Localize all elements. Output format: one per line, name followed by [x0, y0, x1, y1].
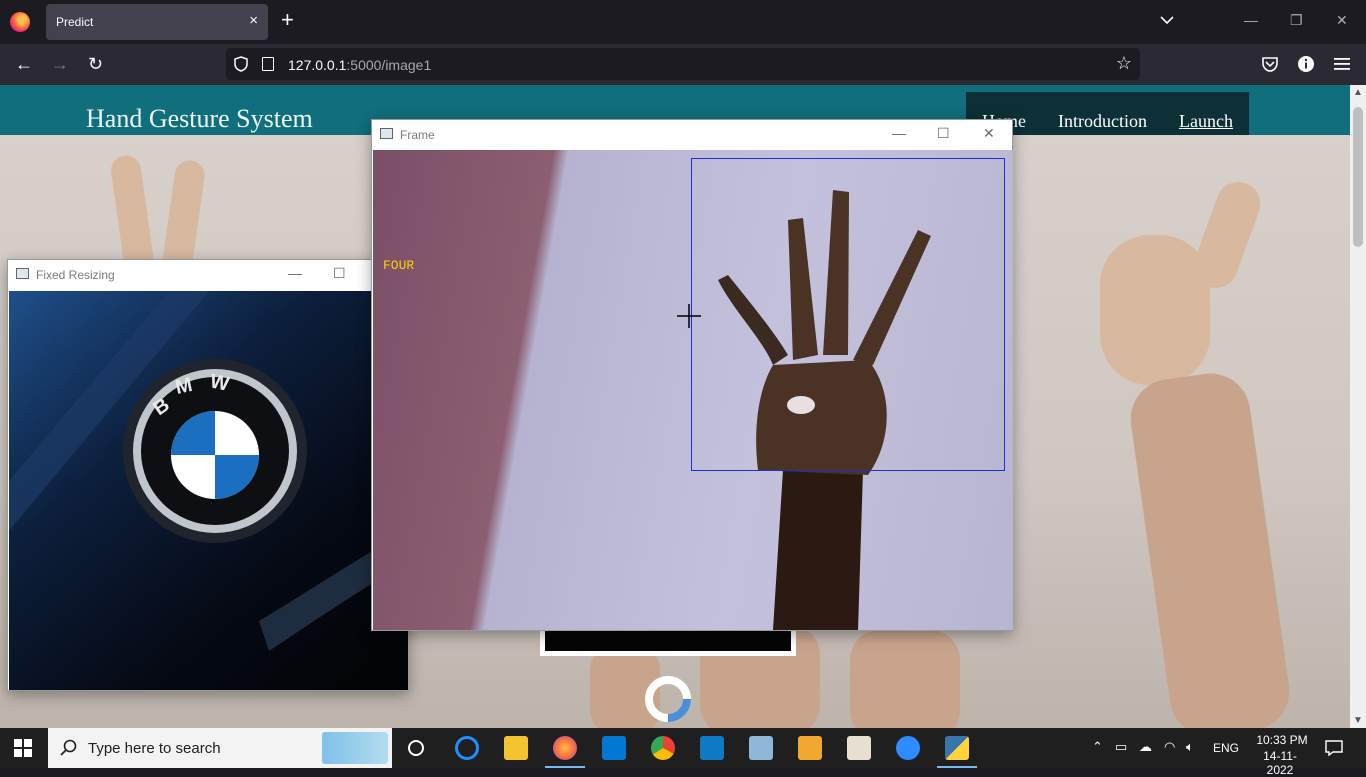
- fixed-resizing-title: Fixed Resizing: [36, 268, 115, 282]
- scroll-up-icon[interactable]: ▲: [1353, 87, 1363, 98]
- chrome-icon[interactable]: [651, 736, 675, 760]
- prediction-label: FOUR: [383, 258, 415, 273]
- python-file-icon[interactable]: [847, 736, 871, 760]
- background-thumb: [1187, 175, 1267, 295]
- cortana-icon[interactable]: [406, 738, 426, 758]
- list-all-tabs-icon[interactable]: [1159, 12, 1175, 28]
- url-text[interactable]: 127.0.0.1:5000/image1: [288, 57, 431, 73]
- browser-nav-bar: ← → ↻ 127.0.0.1:5000/image1 ☆: [0, 44, 1366, 85]
- scroll-down-icon[interactable]: ▼: [1353, 715, 1363, 726]
- battery-icon[interactable]: ▭: [1115, 739, 1127, 755]
- language-indicator[interactable]: ENG: [1213, 741, 1239, 755]
- nav-link-introduction[interactable]: Introduction: [1058, 111, 1147, 132]
- scroll-thumb[interactable]: [1353, 107, 1363, 247]
- search-highlight-image: [322, 732, 388, 764]
- page-scrollbar[interactable]: ▲ ▼: [1350, 85, 1366, 728]
- background-thumbs-up-hand: [1100, 235, 1210, 385]
- tab-title: Predict: [56, 15, 94, 29]
- windows-taskbar: Type here to search ⌃ ▭ ☁ ◠ 🔈︎ ENG 10:33…: [0, 728, 1366, 777]
- site-title: Hand Gesture System: [86, 104, 313, 133]
- microsoft-store-icon[interactable]: [602, 736, 626, 760]
- url-bar[interactable]: 127.0.0.1:5000/image1 ☆: [226, 48, 1140, 80]
- bookmark-star-icon[interactable]: ☆: [1116, 53, 1132, 74]
- webcam-feed: FOUR: [373, 150, 1013, 630]
- notepad-icon[interactable]: [749, 736, 773, 760]
- loading-spinner-icon: [645, 676, 691, 722]
- popup-image-strip: [545, 629, 791, 651]
- tracking-shield-icon[interactable]: [234, 56, 248, 72]
- zoom-icon[interactable]: [896, 736, 920, 760]
- extension-info-icon[interactable]: [1297, 55, 1315, 73]
- window-close-button[interactable]: ✕: [1336, 12, 1348, 29]
- url-host: 127.0.0.1: [288, 57, 347, 73]
- tab-predict[interactable]: Predict ×: [46, 4, 268, 40]
- background-arm: [850, 630, 960, 728]
- reload-button[interactable]: ↻: [88, 54, 103, 74]
- fixed-resizing-window[interactable]: Fixed Resizing — ☐ ✕ B M W: [7, 259, 409, 691]
- window-app-icon: [380, 128, 393, 139]
- tab-close-icon[interactable]: ×: [249, 12, 258, 29]
- internet-explorer-icon[interactable]: [455, 736, 479, 760]
- window-minimize-button[interactable]: —: [1244, 12, 1258, 28]
- app-menu-icon[interactable]: [1334, 57, 1350, 71]
- volume-icon[interactable]: 🔈︎: [1186, 739, 1194, 755]
- background-arm: [1125, 368, 1295, 728]
- media-player-icon[interactable]: [798, 736, 822, 760]
- minimize-icon[interactable]: —: [288, 265, 302, 281]
- window-restore-button[interactable]: ❐: [1290, 12, 1303, 29]
- python-icon[interactable]: [945, 736, 969, 760]
- vscode-icon[interactable]: [700, 736, 724, 760]
- maximize-icon[interactable]: ☐: [937, 125, 950, 142]
- bmw-emblem-image: B M W: [9, 291, 408, 690]
- wifi-icon[interactable]: ◠: [1164, 739, 1175, 755]
- fixed-resizing-titlebar[interactable]: Fixed Resizing — ☐ ✕: [8, 260, 408, 290]
- firefox-taskbar-icon[interactable]: [553, 736, 577, 760]
- onedrive-icon[interactable]: ☁: [1139, 739, 1152, 755]
- taskbar-search-box[interactable]: Type here to search: [48, 728, 392, 768]
- new-tab-button[interactable]: +: [281, 9, 294, 31]
- clock-time[interactable]: 10:33 PM: [1256, 733, 1308, 747]
- nav-link-launch[interactable]: Launch: [1179, 111, 1233, 132]
- notifications-icon[interactable]: [1325, 739, 1343, 757]
- file-explorer-icon[interactable]: [504, 736, 528, 760]
- forward-button[interactable]: →: [51, 54, 69, 74]
- roi-bounding-box: [691, 158, 1005, 471]
- search-placeholder: Type here to search: [88, 740, 221, 757]
- firefox-logo-icon[interactable]: [10, 12, 30, 32]
- maximize-icon[interactable]: ☐: [333, 265, 346, 282]
- page-info-icon[interactable]: [262, 57, 274, 71]
- frame-titlebar[interactable]: Frame — ☐ ✕: [372, 120, 1012, 150]
- back-button[interactable]: ←: [15, 54, 33, 74]
- browser-tab-bar: Predict × + — ❐ ✕: [0, 0, 1366, 44]
- clock-date[interactable]: 14-11-2022: [1250, 749, 1310, 777]
- close-icon[interactable]: ✕: [983, 125, 995, 142]
- windows-start-icon[interactable]: [14, 739, 32, 757]
- crosshair-cursor-icon: [677, 304, 701, 328]
- url-path: :5000/image1: [346, 57, 432, 73]
- minimize-icon[interactable]: —: [892, 125, 906, 141]
- bmw-emblem-icon: B M W: [9, 291, 408, 651]
- frame-title: Frame: [400, 128, 435, 142]
- show-hidden-icons-icon[interactable]: ⌃: [1092, 739, 1103, 755]
- frame-window[interactable]: Frame — ☐ ✕ FOUR: [371, 119, 1013, 631]
- search-icon: [60, 739, 77, 756]
- window-app-icon: [16, 268, 29, 279]
- pocket-icon[interactable]: [1261, 56, 1279, 73]
